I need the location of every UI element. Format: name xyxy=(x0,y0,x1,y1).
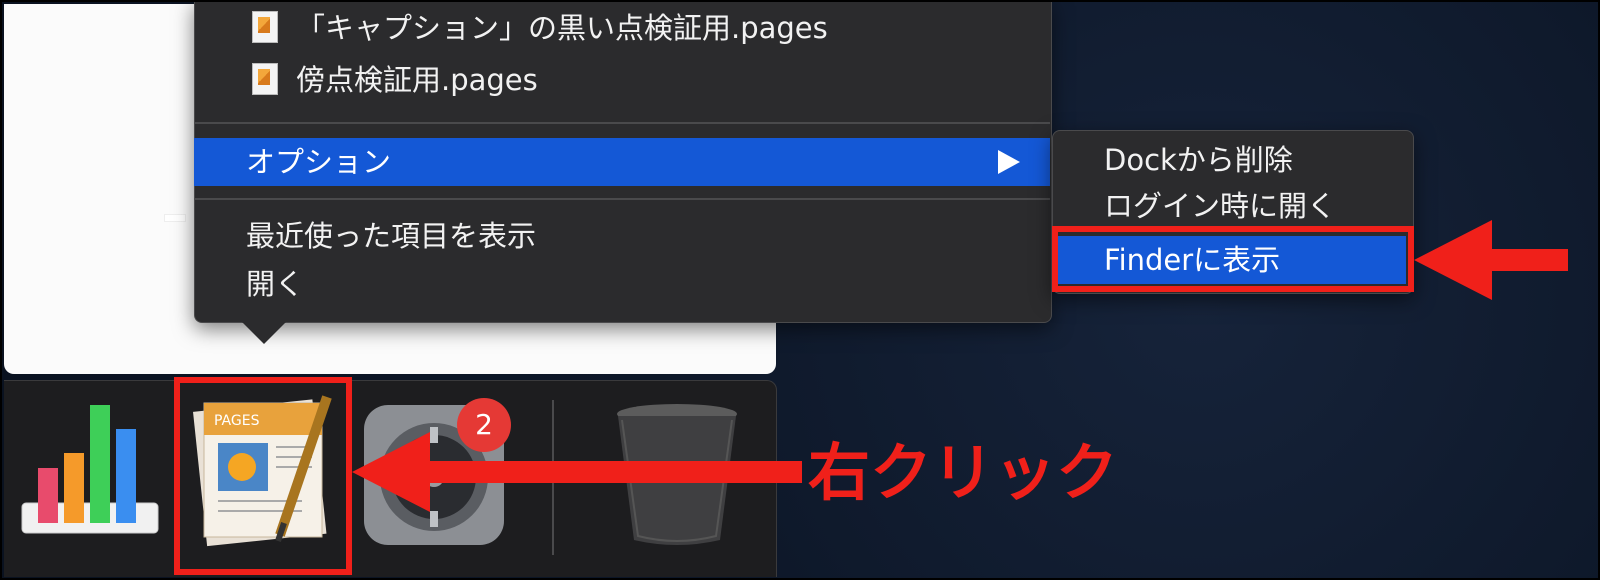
finder-highlight-box xyxy=(1052,226,1414,292)
notification-badge: 2 xyxy=(457,398,511,452)
submenu-item-open-at-login[interactable]: ログイン時に開く xyxy=(1104,188,1336,224)
right-click-arrow-shaft xyxy=(428,461,802,483)
pages-highlight-box xyxy=(174,377,352,575)
submenu-arrow-icon xyxy=(998,150,1020,174)
right-click-arrow-head xyxy=(352,432,430,512)
recent-document-label: 傍点検証用.pages xyxy=(296,63,538,97)
menu-separator xyxy=(194,122,1050,124)
numbers-app-icon[interactable] xyxy=(20,403,160,543)
submenu-item-remove-from-dock[interactable]: Dockから削除 xyxy=(1104,142,1293,178)
right-click-annotation: 右クリック xyxy=(808,436,1119,509)
finder-arrow-shaft xyxy=(1488,249,1568,271)
menu-item-options-label: オプション xyxy=(246,145,392,179)
pages-document-icon xyxy=(252,11,278,43)
menu-pointer xyxy=(242,322,286,344)
window-fragment xyxy=(164,214,186,222)
recent-document-label: 「キャプション」の黒い点検証用.pages xyxy=(296,11,828,45)
menu-item-show-recent[interactable]: 最近使った項目を表示 xyxy=(246,218,536,254)
recent-document-item[interactable]: 傍点検証用.pages xyxy=(252,62,538,98)
pages-document-icon xyxy=(252,63,278,95)
finder-arrow-head xyxy=(1414,220,1492,300)
recent-document-item[interactable]: 「キャプション」の黒い点検証用.pages xyxy=(252,10,828,46)
menu-separator xyxy=(194,198,1050,200)
menu-item-open[interactable]: 開く xyxy=(246,266,304,302)
